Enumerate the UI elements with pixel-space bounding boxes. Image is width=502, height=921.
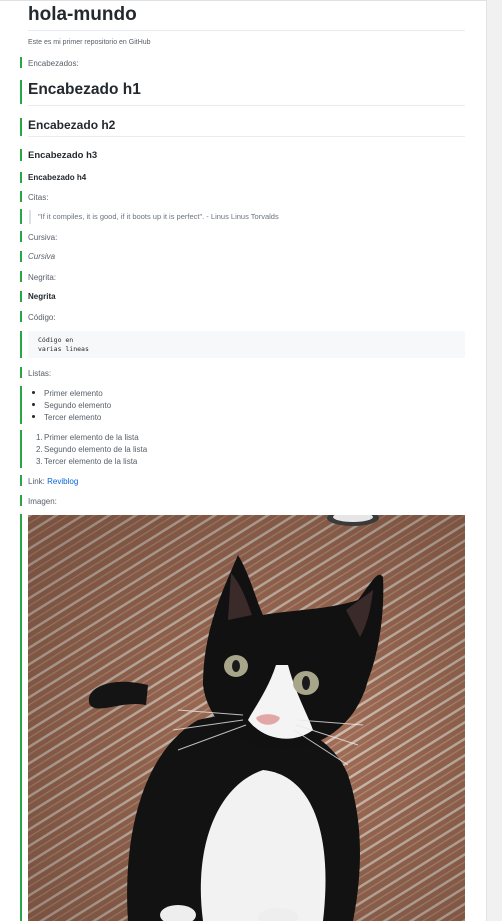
blockquote-border <box>29 210 31 224</box>
heading-h1: Encabezado h1 <box>28 81 141 98</box>
headings-label: Encabezados: <box>28 59 79 68</box>
list-item: Primer elemento <box>44 389 103 398</box>
code-block <box>28 331 465 358</box>
lists-label: Listas: <box>28 369 52 378</box>
diff-bar <box>20 430 22 468</box>
diff-bar <box>20 172 22 183</box>
cat-photo <box>28 515 465 921</box>
diff-bar <box>20 514 22 921</box>
repo-title: hola-mundo <box>28 4 137 25</box>
code-line: varias lineas <box>38 345 89 353</box>
diff-bar <box>20 118 22 136</box>
diff-bar <box>20 495 22 506</box>
diff-bar <box>20 331 22 358</box>
link-row: Link: Reviblog <box>28 477 78 486</box>
link-label: Link: <box>28 477 45 486</box>
list-item: Segundo elemento de la lista <box>44 445 148 454</box>
diff-bar <box>20 367 22 378</box>
diff-bar <box>20 80 22 104</box>
reviblog-link[interactable]: Reviblog <box>47 477 78 486</box>
h2-divider <box>28 136 465 137</box>
diff-bar <box>20 386 22 424</box>
quotes-label: Citas: <box>28 193 49 202</box>
diff-bar <box>20 291 22 302</box>
repo-description: Este es mi primer repositorio en GitHub <box>28 39 151 46</box>
h1-divider <box>28 105 465 106</box>
diff-bar <box>20 57 22 68</box>
cat-photo-icon <box>28 515 465 921</box>
bold-text: Negrita <box>28 292 56 301</box>
bullet-icon <box>32 391 35 394</box>
diff-bar <box>20 209 22 224</box>
italic-text: Cursiva <box>28 252 56 261</box>
diff-bar <box>20 251 22 262</box>
heading-h3: Encabezado h3 <box>28 150 98 161</box>
diff-bar <box>20 149 22 161</box>
list-number: 1. <box>36 433 43 442</box>
readme-content: hola-mundo Este es mi primer repositorio… <box>0 0 486 921</box>
diff-bar <box>20 231 22 242</box>
scrollbar-track[interactable] <box>486 0 502 921</box>
diff-bar <box>20 191 22 202</box>
blockquote-text: "If it compiles, it is good, if it boots… <box>38 212 279 221</box>
diff-bar <box>20 271 22 282</box>
image-label: Imagen: <box>28 497 57 506</box>
italic-label: Cursiva: <box>28 233 58 242</box>
list-number: 2. <box>36 445 43 454</box>
code-label: Código: <box>28 313 56 322</box>
heading-h2: Encabezado h2 <box>28 118 116 132</box>
list-number: 3. <box>36 457 43 466</box>
list-item: Tercer elemento de la lista <box>44 457 138 466</box>
code-line: Código en <box>38 336 74 344</box>
heading-h4: Encabezado h4 <box>28 173 87 182</box>
bold-label: Negrita: <box>28 273 57 282</box>
bullet-icon <box>32 415 35 418</box>
title-divider <box>28 30 465 31</box>
bullet-icon <box>32 403 35 406</box>
diff-bar <box>20 311 22 322</box>
list-item: Tercer elemento <box>44 413 102 422</box>
list-item: Segundo elemento <box>44 401 112 410</box>
list-item: Primer elemento de la lista <box>44 433 139 442</box>
diff-bar <box>20 475 22 486</box>
